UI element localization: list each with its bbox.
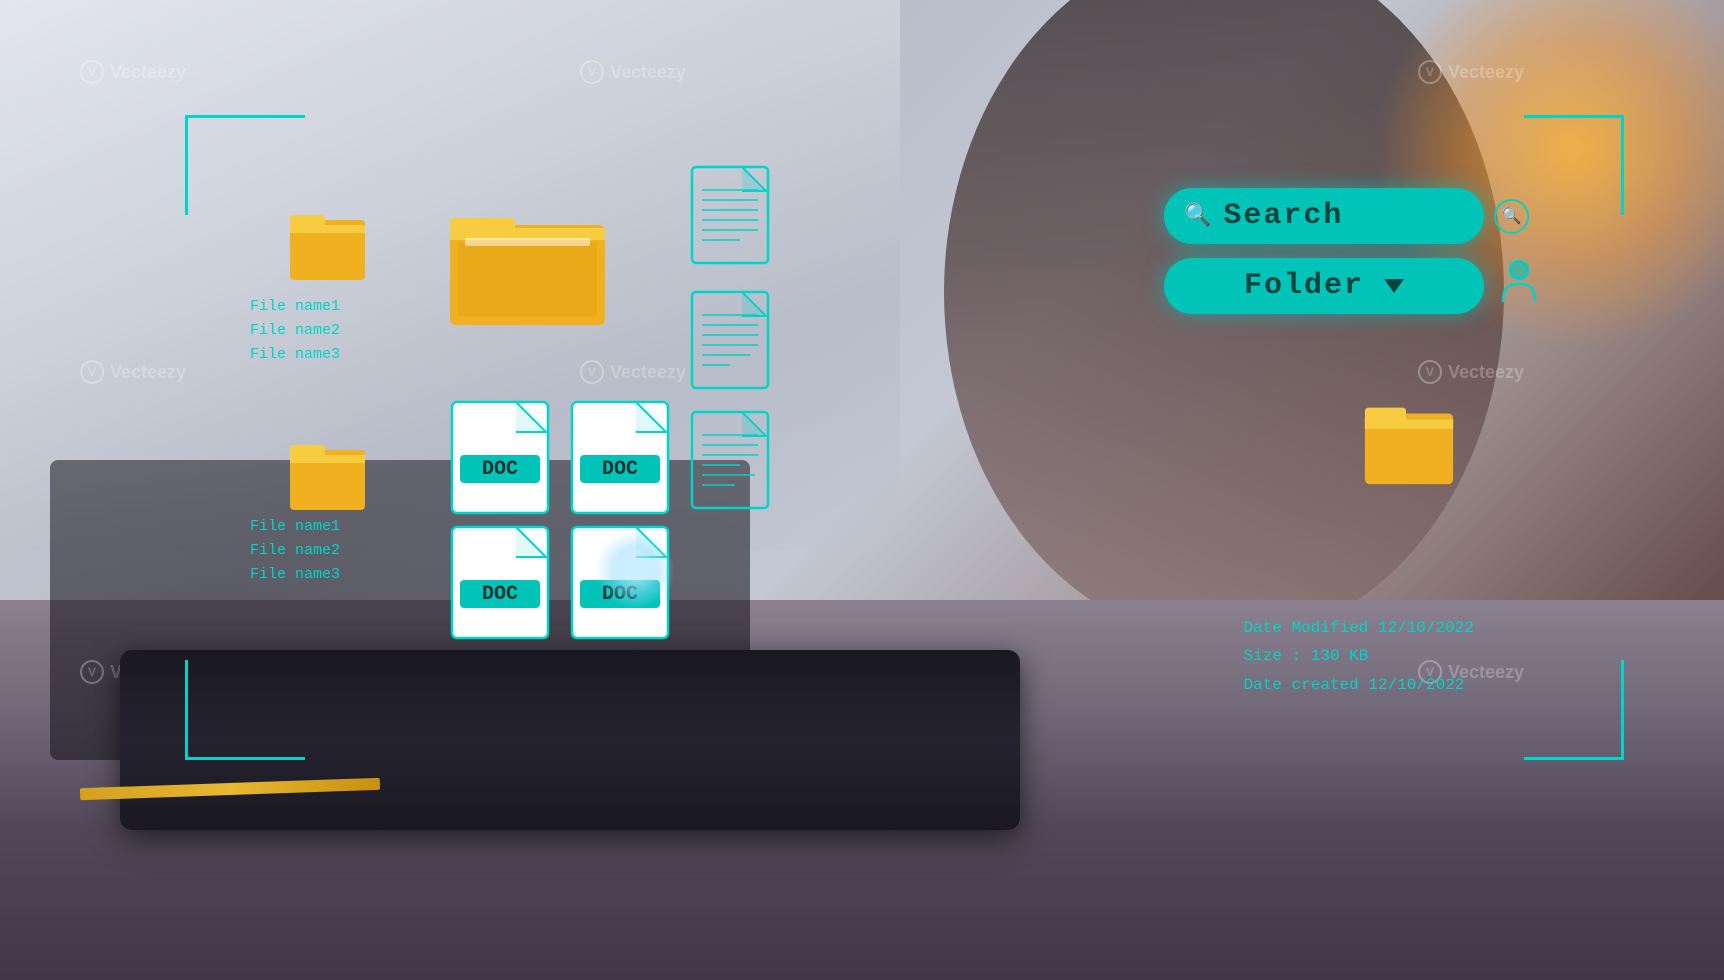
date-modified-label: Date Modified [1244,619,1369,637]
file-name-3-top: File name3 [250,343,340,367]
file-info-panel: Date Modified 12/10/2022 Size : 130 KB D… [1244,614,1474,700]
folder-dropdown-label: Folder [1244,269,1364,303]
file-names-bottom-group: File name1 File name2 File name3 [250,515,340,587]
lined-doc-bottom [690,410,770,510]
folder-small-bottom-right [1364,390,1454,490]
svg-text:DOC: DOC [482,583,518,606]
size-label: Size : [1244,647,1302,665]
search-icon-left: 🔍 [1184,203,1211,229]
file-name-2-top: File name2 [250,319,340,343]
size-value: 130 KB [1311,647,1369,665]
lined-doc-top [690,165,770,265]
dropdown-arrow-icon [1384,279,1404,293]
corner-frame-bottom-right [1524,660,1624,760]
date-modified-value: 12/10/2022 [1378,619,1474,637]
svg-text:DOC: DOC [602,458,638,481]
date-created-value: 12/10/2022 [1368,676,1464,694]
file-name-2-bottom: File name2 [250,539,340,563]
folder-small-middle-left [290,430,365,515]
date-modified-row: Date Modified 12/10/2022 [1244,614,1474,643]
corner-frame-top-left [185,115,305,215]
corner-frame-bottom-left [185,660,305,760]
corner-frame-top-right [1524,115,1624,215]
glow-effect [595,530,675,610]
folder-large-center [450,200,610,330]
folder-dropdown[interactable]: Folder [1164,258,1484,314]
lined-doc-middle [690,290,770,390]
user-icon [1499,258,1539,303]
svg-text:DOC: DOC [482,458,518,481]
doc-file-2[interactable]: DOC [570,400,670,515]
doc-file-1[interactable]: DOC [450,400,550,515]
file-name-3-bottom: File name3 [250,563,340,587]
search-label: Search [1223,199,1464,233]
search-bar[interactable]: 🔍 Search 🔍 [1164,188,1484,244]
file-names-top-group: File name1 File name2 File name3 [250,295,340,367]
doc-file-3[interactable]: DOC [450,525,550,640]
size-row: Size : 130 KB [1244,642,1474,671]
file-name-1-bottom: File name1 [250,515,340,539]
date-created-label: Date created [1244,676,1359,694]
date-created-row: Date created 12/10/2022 [1244,671,1474,700]
file-name-1-top: File name1 [250,295,340,319]
